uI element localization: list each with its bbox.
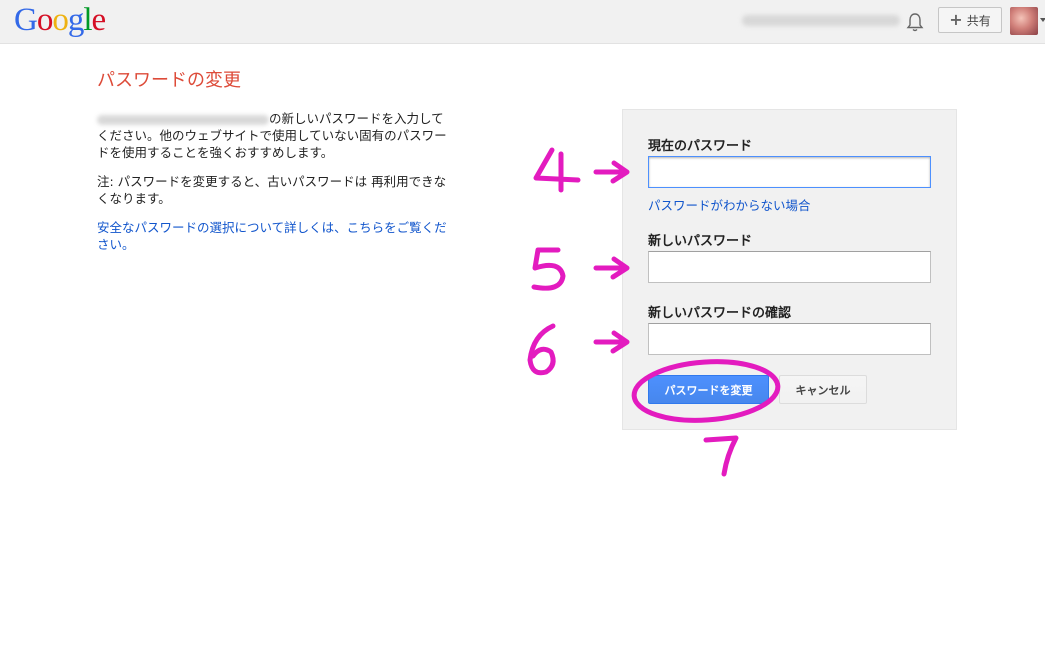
confirm-password-label: 新しいパスワードの確認	[648, 306, 792, 321]
share-label: 共有	[966, 13, 991, 28]
new-password-label: 新しいパスワード	[648, 234, 753, 249]
share-button[interactable]: + 共有	[938, 7, 1002, 33]
new-password-input[interactable]	[648, 251, 931, 283]
annotation-number-5	[531, 247, 566, 291]
confirm-password-input[interactable]	[648, 323, 931, 355]
avatar[interactable]	[1010, 7, 1038, 35]
email-redacted	[97, 114, 269, 125]
logo-letter: G	[14, 2, 38, 38]
annotation-number-4	[533, 147, 581, 193]
logo-letter: g	[67, 2, 84, 38]
forgot-password-link[interactable]: パスワードがわからない場合	[648, 195, 811, 214]
top-bar: Google + 共有	[0, 0, 1045, 44]
current-password-label: 現在のパスワード	[648, 139, 753, 154]
note-paragraph: 注: パスワードを変更すると、古いパスワードは 再利用できなくなります。	[97, 174, 447, 206]
plus-icon: +	[949, 10, 963, 29]
change-password-form: 現在のパスワード パスワードがわからない場合 新しいパスワード 新しいパスワード…	[622, 109, 957, 430]
bell-icon[interactable]	[904, 11, 926, 33]
learn-more-link[interactable]: 安全なパスワードの選択について詳しくは、こちらをご覧ください。	[97, 220, 447, 252]
account-email-redacted	[742, 15, 900, 26]
description: の新しいパスワードを入力してください。他のウェブサイトで使用していない固有のパス…	[97, 110, 447, 265]
current-password-input[interactable]	[648, 156, 931, 188]
logo-letter: o	[36, 2, 53, 38]
chevron-down-icon[interactable]	[1040, 18, 1045, 22]
intro-paragraph: の新しいパスワードを入力してください。他のウェブサイトで使用していない固有のパス…	[97, 110, 447, 161]
change-password-button[interactable]: パスワードを変更	[648, 375, 769, 404]
logo-letter: l	[83, 2, 92, 38]
logo-letter: e	[91, 2, 107, 38]
cancel-button[interactable]: キャンセル	[779, 375, 867, 404]
learn-more-paragraph: 安全なパスワードの選択について詳しくは、こちらをご覧ください。	[97, 219, 447, 253]
google-logo[interactable]: Google	[14, 0, 107, 40]
annotation-number-7	[703, 435, 739, 477]
page-title: パスワードの変更	[97, 70, 241, 91]
logo-letter: o	[52, 2, 68, 38]
annotation-number-6	[527, 323, 556, 376]
